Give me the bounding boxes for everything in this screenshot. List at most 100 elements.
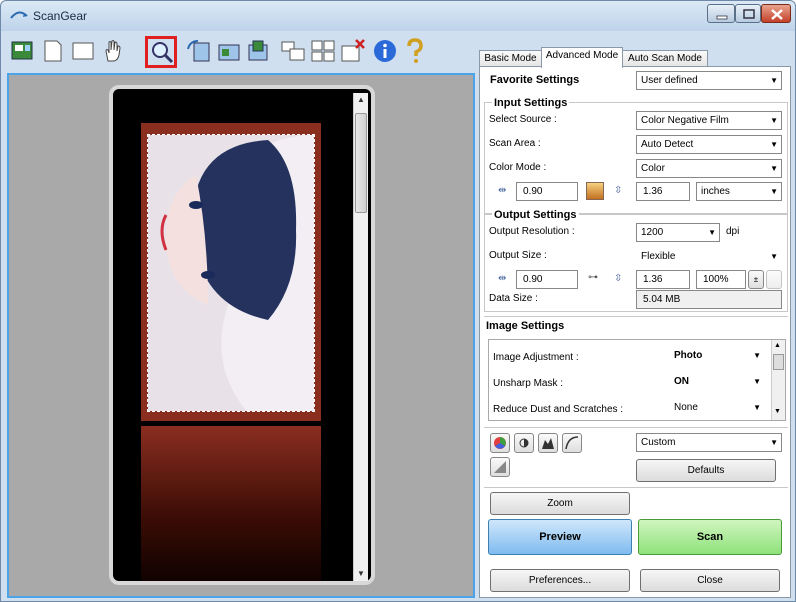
- crop-frame-icon[interactable]: [69, 37, 97, 65]
- input-width-field[interactable]: 0.90: [516, 182, 578, 201]
- reduce-dust-select[interactable]: None ▼: [669, 398, 765, 417]
- reduce-dust-value: None: [674, 402, 698, 413]
- favorite-settings-select[interactable]: User defined ▼: [636, 71, 782, 90]
- tone-preset-value: Custom: [641, 437, 676, 448]
- reduce-dust-label: Reduce Dust and Scratches :: [493, 404, 624, 415]
- image-settings-list: Image Adjustment : Photo ▼ Unsharp Mask :…: [488, 339, 786, 421]
- height-icon: ⇳: [614, 273, 623, 284]
- image-settings-title: Image Settings: [486, 320, 565, 332]
- color-mode-select[interactable]: Color ▼: [636, 159, 782, 178]
- chevron-down-icon: ▼: [708, 228, 716, 237]
- zoom-label: Zoom: [547, 498, 573, 509]
- select-source-select[interactable]: Color Negative Film ▼: [636, 111, 782, 130]
- scroll-thumb[interactable]: [773, 354, 784, 370]
- output-width-field[interactable]: 0.90: [516, 270, 578, 289]
- close-button[interactable]: Close: [640, 569, 780, 592]
- chevron-down-icon: ▼: [753, 377, 761, 386]
- output-size-select[interactable]: Flexible ▼: [636, 247, 782, 266]
- whole-image-view-icon[interactable]: [39, 37, 67, 65]
- image-adjustment-value: Photo: [674, 350, 703, 361]
- scan-area-select[interactable]: Auto Detect ▼: [636, 135, 782, 154]
- tab-advanced-mode[interactable]: Advanced Mode: [541, 47, 623, 68]
- scangear-logo-icon: [10, 11, 28, 19]
- link-icon[interactable]: ⊶: [588, 272, 598, 283]
- preview-label: Preview: [539, 531, 581, 543]
- scroll-down-icon[interactable]: ▼: [774, 408, 781, 415]
- unsharp-mask-select[interactable]: ON ▼: [669, 372, 765, 391]
- output-size-label: Output Size :: [489, 250, 547, 261]
- image-adjustment-label: Image Adjustment :: [493, 352, 579, 363]
- brightness-contrast-icon[interactable]: [514, 433, 534, 453]
- preview-scrollbar[interactable]: ▲ ▼: [353, 93, 368, 581]
- toolbar: [5, 31, 475, 71]
- divider: [484, 487, 788, 488]
- image-adjustment-select[interactable]: Photo ▼: [669, 346, 765, 365]
- tab-basic-mode[interactable]: Basic Mode: [479, 50, 542, 67]
- chevron-down-icon: ▼: [770, 116, 778, 125]
- output-resolution-select[interactable]: 1200 ▼: [636, 223, 720, 242]
- zoom-icon[interactable]: [145, 36, 177, 68]
- zoom-button[interactable]: Zoom: [490, 492, 630, 515]
- tab-auto-scan-mode[interactable]: Auto Scan Mode: [622, 50, 708, 67]
- height-icon: ⇳: [614, 185, 623, 196]
- output-resolution-value: 1200: [641, 227, 664, 238]
- settings-panel: Favorite Settings User defined ▼ Input Se…: [479, 66, 791, 598]
- scan-button[interactable]: Scan: [638, 519, 782, 555]
- chevron-down-icon: ▼: [770, 76, 778, 85]
- resolution-unit-label: dpi: [726, 226, 740, 237]
- input-height-field[interactable]: 1.36: [636, 182, 690, 201]
- rotate-output-icon[interactable]: [766, 270, 782, 289]
- scroll-up-icon[interactable]: ▲: [774, 342, 781, 349]
- scroll-down-icon[interactable]: ▼: [354, 567, 368, 581]
- scale-field[interactable]: 100%: [696, 270, 746, 289]
- preview-button[interactable]: Preview: [488, 519, 632, 555]
- tone-curve-icon[interactable]: [562, 433, 582, 453]
- rotate-right-icon[interactable]: [215, 37, 243, 65]
- select-all-frames-icon[interactable]: [279, 37, 307, 65]
- scale-stepper-icon[interactable]: ±: [748, 270, 764, 289]
- output-height-field[interactable]: 1.36: [636, 270, 690, 289]
- title-bar[interactable]: ScanGear: [1, 1, 795, 31]
- maximize-button[interactable]: [735, 4, 761, 23]
- auto-crop-icon[interactable]: [245, 37, 273, 65]
- divider: [484, 316, 788, 317]
- remove-crop-icon[interactable]: [339, 37, 367, 65]
- output-resolution-label: Output Resolution :: [489, 226, 575, 237]
- aspect-lock-icon[interactable]: [586, 182, 604, 200]
- width-icon: ⇹: [498, 185, 507, 196]
- tone-preset-select[interactable]: Custom ▼: [636, 433, 782, 452]
- chevron-down-icon: ▼: [753, 403, 761, 412]
- hand-icon[interactable]: [99, 37, 127, 65]
- divider: [484, 427, 788, 428]
- rotate-left-icon[interactable]: [185, 37, 213, 65]
- unit-select[interactable]: inches ▼: [696, 182, 782, 201]
- scroll-up-icon[interactable]: ▲: [354, 93, 368, 107]
- thumbnail-view-icon[interactable]: [9, 37, 37, 65]
- histogram-icon[interactable]: [538, 433, 558, 453]
- scroll-thumb[interactable]: [355, 113, 367, 213]
- close-window-button[interactable]: [761, 4, 791, 23]
- scan-area-label: Scan Area :: [489, 138, 541, 149]
- color-mode-value: Color: [641, 163, 665, 174]
- image-settings-scrollbar[interactable]: ▲ ▼: [771, 340, 785, 420]
- chevron-down-icon: ▼: [753, 351, 761, 360]
- chevron-down-icon: ▼: [770, 140, 778, 149]
- help-icon[interactable]: [401, 37, 429, 65]
- preferences-button[interactable]: Preferences...: [490, 569, 630, 592]
- width-icon: ⇹: [498, 273, 507, 284]
- minimize-button[interactable]: [707, 4, 735, 23]
- scan-label: Scan: [696, 531, 724, 543]
- output-settings-title: Output Settings: [492, 209, 579, 221]
- final-review-icon[interactable]: [490, 457, 510, 477]
- defaults-button[interactable]: Defaults: [636, 459, 776, 482]
- multi-crop-icon[interactable]: [309, 37, 337, 65]
- output-size-value: Flexible: [641, 251, 676, 262]
- chevron-down-icon: ▼: [770, 252, 778, 261]
- color-mode-label: Color Mode :: [489, 162, 547, 173]
- color-balance-icon[interactable]: [490, 433, 510, 453]
- info-icon[interactable]: [371, 37, 399, 65]
- window-title: ScanGear: [33, 9, 88, 23]
- data-size-value: 5.04 MB: [636, 290, 782, 309]
- data-size-label: Data Size :: [489, 293, 538, 304]
- scangear-window: ScanGear ▲ ▼ Basic Mode Advanced Mode Au…: [0, 0, 796, 602]
